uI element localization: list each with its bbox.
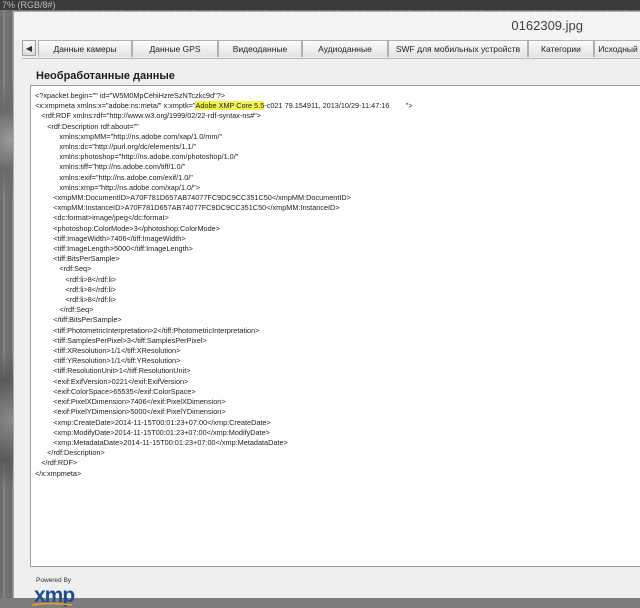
file-info-dialog: 0162309.jpg ◀ Данные камеры Данные GPS В…	[13, 11, 640, 607]
tab-camera-data[interactable]: Данные камеры	[38, 40, 132, 57]
xml-line: <exif:ColorSpace>65535</exif:ColorSpace>	[35, 386, 196, 396]
xml-line: <xmp:ModifyDate>2014-11-15T00:01:23+07:0…	[35, 427, 270, 437]
raw-data-textarea[interactable]: <?xpacket begin="" id="W5M0MpCehiHzreSzN…	[30, 85, 640, 567]
xml-line: <tiff:BitsPerSample>	[35, 254, 120, 264]
xml-line: </rdf:Description>	[35, 448, 105, 458]
xml-line: xmlns:tiff="http://ns.adobe.com/tiff/1.0…	[35, 162, 186, 172]
xmp-logo: Powered By xmp	[32, 577, 92, 607]
tab-origin[interactable]: Исходный	[594, 40, 640, 57]
raw-data-heading: Необработанные данные	[36, 70, 175, 82]
xml-line: <rdf:li>8</rdf:li>	[35, 274, 117, 284]
xml-line: <dc:format>image/jpeg</dc:format>	[35, 213, 169, 223]
xml-line: <xmpMM:DocumentID>A70F781D657AB74077FC9D…	[35, 193, 351, 203]
xml-line: <tiff:YResolution>1/1</tiff:YResolution>	[35, 356, 181, 366]
tab-audio-data[interactable]: Аудиоданные	[302, 40, 388, 57]
xml-line: <rdf:Seq>	[35, 264, 92, 274]
xml-line: xmlns:xmp="http://ns.adobe.com/xap/1.0/"…	[35, 182, 200, 192]
xml-line: <x:xmpmeta xmlns:x="adobe:ns:meta/" x:xm…	[35, 101, 196, 111]
xml-line: <?xpacket begin="" id="W5M0MpCehiHzreSzN…	[35, 91, 226, 100]
xml-line: <exif:PixelXDimension>7406</exif:PixelXD…	[35, 397, 226, 407]
photoshop-doc-strip: 7% (RGB/8#)	[0, 0, 640, 10]
xml-line: </rdf:Seq>	[35, 305, 94, 315]
xml-line: <rdf:li>8</rdf:li>	[35, 284, 117, 294]
xml-line: <photoshop:ColorMode>3</photoshop:ColorM…	[35, 223, 220, 233]
xml-line: <xmpMM:InstanceID>A70F781D657AB74077FC9D…	[35, 203, 340, 213]
window-title: 0162309.jpg	[511, 18, 583, 33]
xml-line-tail: -c021 79.154911, 2013/10/29-11:47:16 ">	[264, 101, 413, 111]
xml-line: <tiff:ImageWidth>7406</tiff:ImageWidth>	[35, 233, 186, 243]
xml-line: <rdf:li>8</rdf:li>	[35, 295, 117, 305]
xml-line: <tiff:SamplesPerPixel>3</tiff:SamplesPer…	[35, 335, 207, 345]
xml-line: <exif:PixelYDimension>5000</exif:PixelYD…	[35, 407, 226, 417]
tab-scroll-left-button[interactable]: ◀	[22, 40, 36, 56]
xml-line: <exif:ExifVersion>0221</exif:ExifVersion…	[35, 376, 189, 386]
xml-line: xmlns:xmpMM="http://ns.adobe.com/xap/1.0…	[35, 131, 223, 141]
xml-line: <rdf:RDF xmlns:rdf="http://www.w3.org/19…	[35, 111, 262, 121]
xml-line: <xmp:MetadataDate>2014-11-15T00:01:23+07…	[35, 437, 288, 447]
xml-line: </tiff:BitsPerSample>	[35, 315, 122, 325]
xmp-swoosh-icon	[32, 603, 72, 606]
xml-line: <rdf:Description rdf:about=""	[35, 121, 139, 131]
xml-line: </rdf:RDF>	[35, 458, 78, 468]
xml-line: <tiff:ResolutionUnit>1</tiff:ResolutionU…	[35, 366, 191, 376]
tab-categories[interactable]: Категории	[528, 40, 594, 57]
tab-video-data[interactable]: Видеоданные	[218, 40, 302, 57]
xmp-core-highlight: Adobe XMP Core 5.5	[195, 101, 265, 111]
xml-line: xmlns:dc="http://purl.org/dc/elements/1.…	[35, 142, 197, 152]
tab-mobile-swf[interactable]: SWF для мобильных устройств	[388, 40, 528, 57]
xml-line: </x:xmpmeta>	[35, 468, 82, 478]
powered-by-label: Powered By	[36, 577, 72, 584]
xml-line: <tiff:ImageLength>5000</tiff:ImageLength…	[35, 244, 193, 254]
xml-line: <tiff:PhotometricInterpretation>2</tiff:…	[35, 325, 260, 335]
title-bar: 0162309.jpg	[14, 12, 640, 40]
xml-line: xmlns:exif="http://ns.adobe.com/exif/1.0…	[35, 172, 193, 182]
xml-line: xmlns:photoshop="http://ns.adobe.com/pho…	[35, 152, 239, 162]
xml-line: <tiff:XResolution>1/1</tiff:XResolution>	[35, 346, 181, 356]
raw-xml-text: <?xpacket begin="" id="W5M0MpCehiHzreSzN…	[35, 91, 412, 479]
tab-gps-data[interactable]: Данные GPS	[132, 40, 218, 57]
tab-bar: ◀ Данные камеры Данные GPS Видеоданные А…	[22, 39, 640, 59]
xml-line: <xmp:CreateDate>2014-11-15T00:01:23+07:0…	[35, 417, 271, 427]
